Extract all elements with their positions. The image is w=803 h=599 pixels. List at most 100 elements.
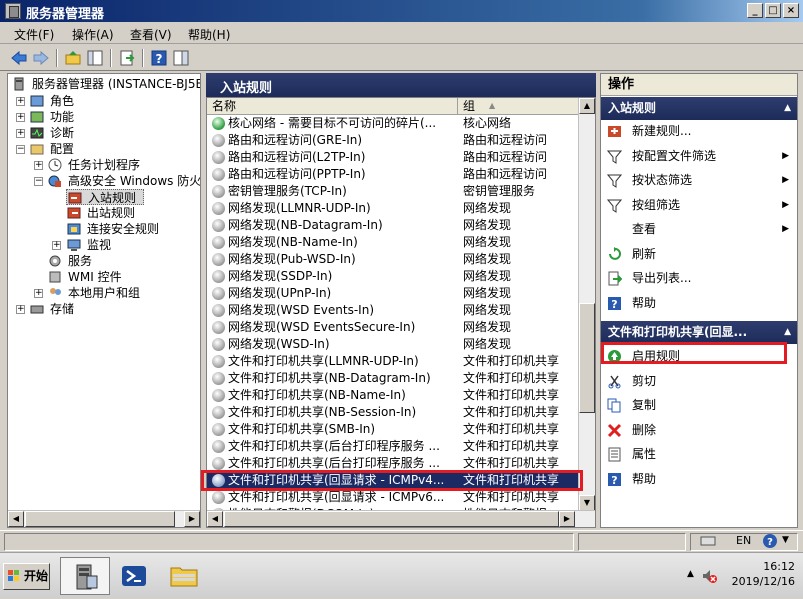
help-icon[interactable]: ? [762,533,778,549]
rule-name: 文件和打印机共享(回显请求 - ICMPv6... [228,490,445,504]
rule-row[interactable]: 文件和打印机共享(后台打印程序服务 ... 文件和打印机共享 [207,438,579,455]
keyboard-icon[interactable] [700,533,716,549]
rule-row[interactable]: 网络发现(NB-Datagram-In) 网络发现 [207,217,579,234]
action-view-item[interactable]: 查看 ▶ [601,217,797,241]
taskbar-server-manager[interactable] [60,557,110,595]
rule-row[interactable]: 文件和打印机共享(NB-Session-In) 文件和打印机共享 [207,404,579,421]
action-properties-item[interactable]: 属性 [601,442,797,466]
options-arrow-icon[interactable]: ▼ [782,535,789,545]
action-enable-rule-item[interactable]: 启用规则 [601,344,797,368]
column-name[interactable]: 名称 [207,98,458,115]
rule-row[interactable]: 网络发现(NB-Name-In) 网络发现 [207,234,579,251]
rules-vertical-scrollbar[interactable]: ▲ ▼ [578,98,595,511]
rule-name: 路由和远程访问(GRE-In) [228,133,363,147]
rule-group: 文件和打印机共享 [463,422,560,436]
rule-disabled-icon [212,304,225,317]
rule-row[interactable]: 路由和远程访问(GRE-In) 路由和远程访问 [207,132,579,149]
action-filter-item[interactable]: 按配置文件筛选 ▶ [601,144,797,168]
action-export-item[interactable]: 导出列表... [601,266,797,290]
rule-row[interactable]: 密钥管理服务(TCP-In) 密钥管理服务 [207,183,579,200]
properties-icon [607,447,622,462]
action-copy-item[interactable]: 复制 [601,393,797,417]
rule-row[interactable]: 网络发现(WSD Events-In) 网络发现 [207,302,579,319]
actions-title: 操作 [601,74,797,96]
action-cut-item[interactable]: 剪切 [601,369,797,393]
back-icon[interactable] [10,49,28,67]
help-icon[interactable]: ? [150,49,168,67]
submenu-arrow-icon: ▶ [782,150,789,161]
outbound-rules-icon [67,207,81,219]
rule-disabled-icon [212,168,225,181]
action-help-item[interactable]: ? 帮助 [601,291,797,315]
rule-row[interactable]: 文件和打印机共享(NB-Name-In) 文件和打印机共享 [207,387,579,404]
tree-horizontal-scrollbar[interactable]: ◀ ▶ [8,510,200,527]
rule-row[interactable]: 路由和远程访问(L2TP-In) 路由和远程访问 [207,149,579,166]
rule-group: 网络发现 [463,303,512,317]
menu-bar: 文件(F) 操作(A) 查看(V) 帮助(H) [0,22,803,44]
rule-row[interactable]: 网络发现(UPnP-In) 网络发现 [207,285,579,302]
menu-view[interactable]: 查看(V) [130,26,172,43]
language-indicator[interactable]: EN [736,534,751,547]
rule-row[interactable]: 网络发现(SSDP-In) 网络发现 [207,268,579,285]
minimize-button[interactable]: _ [747,3,763,18]
action-label: 帮助 [632,295,657,310]
filter-icon [606,149,623,164]
rule-row[interactable]: 文件和打印机共享(回显请求 - ICMPv6... 文件和打印机共享 [207,489,579,506]
menu-help[interactable]: 帮助(H) [188,26,230,43]
up-folder-icon[interactable] [64,49,82,67]
actions-section-inbound[interactable]: 入站规则 ▲ [601,97,797,120]
action-pane-icon[interactable] [172,49,190,67]
title-bar: 服务器管理器 _ □ × [0,0,803,22]
rule-row[interactable]: 文件和打印机共享(后台打印程序服务 ... 文件和打印机共享 [207,455,579,472]
system-tray: ▲ 16:12 2019/12/16 [687,553,803,599]
rule-group: 文件和打印机共享 [463,405,560,419]
tree-item-inbound-rules[interactable]: 入站规则 [66,189,144,205]
rule-row[interactable]: 网络发现(LLMNR-UDP-In) 网络发现 [207,200,579,217]
column-group[interactable]: 组 ▲ [459,98,579,115]
maximize-button[interactable]: □ [765,3,781,18]
help-icon: ? [607,296,622,311]
rule-row[interactable]: 文件和打印机共享(回显请求 - ICMPv4... 文件和打印机共享 [207,472,579,489]
rules-horizontal-scrollbar[interactable]: ◀ ▶ [207,510,595,527]
action-label: 复制 [632,398,657,412]
rule-row[interactable]: 路由和远程访问(PPTP-In) 路由和远程访问 [207,166,579,183]
rule-disabled-icon [212,389,225,402]
volume-muted-icon[interactable] [701,568,717,584]
rule-name: 网络发现(NB-Name-In) [228,235,358,249]
close-button[interactable]: × [783,3,799,18]
rule-row[interactable]: 网络发现(WSD-In) 网络发现 [207,336,579,353]
action-label: 剪切 [632,373,657,388]
svg-text:?: ? [611,474,617,487]
rule-row[interactable]: 文件和打印机共享(SMB-In) 文件和打印机共享 [207,421,579,438]
rule-disabled-icon [212,440,225,453]
rule-name: 网络发现(LLMNR-UDP-In) [228,201,371,215]
action-help-item[interactable]: ? 帮助 [601,467,797,491]
rule-name: 路由和远程访问(L2TP-In) [228,150,366,164]
action-filter-item[interactable]: 按状态筛选 ▶ [601,168,797,192]
rule-row[interactable]: 核心网络 - 需要目标不可访问的碎片(... 核心网络 [207,115,579,132]
actions-section-selected-rule[interactable]: 文件和打印机共享(回显... ▲ [601,321,797,344]
taskbar-explorer[interactable] [160,557,210,595]
refresh-icon [607,246,622,262]
window-title: 服务器管理器 [26,7,105,22]
clock[interactable]: 16:12 2019/12/16 [732,559,795,589]
show-hide-tree-icon[interactable] [86,49,104,67]
menu-action[interactable]: 操作(A) [72,26,114,43]
action-filter-item[interactable]: 按组筛选 ▶ [601,193,797,217]
rule-row[interactable]: 文件和打印机共享(NB-Datagram-In) 文件和打印机共享 [207,370,579,387]
menu-file[interactable]: 文件(F) [14,26,54,43]
start-button[interactable]: 开始 [3,563,50,590]
tray-expand-icon[interactable]: ▲ [687,569,694,579]
rule-row[interactable]: 网络发现(Pub-WSD-In) 网络发现 [207,251,579,268]
rule-row[interactable]: 网络发现(WSD EventsSecure-In) 网络发现 [207,319,579,336]
taskbar-powershell[interactable] [110,557,160,595]
action-delete-item[interactable]: 删除 [601,418,797,442]
rule-group: 网络发现 [463,337,512,351]
export-list-icon[interactable] [118,49,136,67]
forward-icon[interactable] [32,49,50,67]
rule-group: 文件和打印机共享 [463,439,560,453]
action-new-rule-item[interactable]: 新建规则... [601,119,797,143]
action-refresh-item[interactable]: 刷新 [601,242,797,266]
column-header: 名称 组 ▲ [207,98,579,115]
rule-row[interactable]: 文件和打印机共享(LLMNR-UDP-In) 文件和打印机共享 [207,353,579,370]
